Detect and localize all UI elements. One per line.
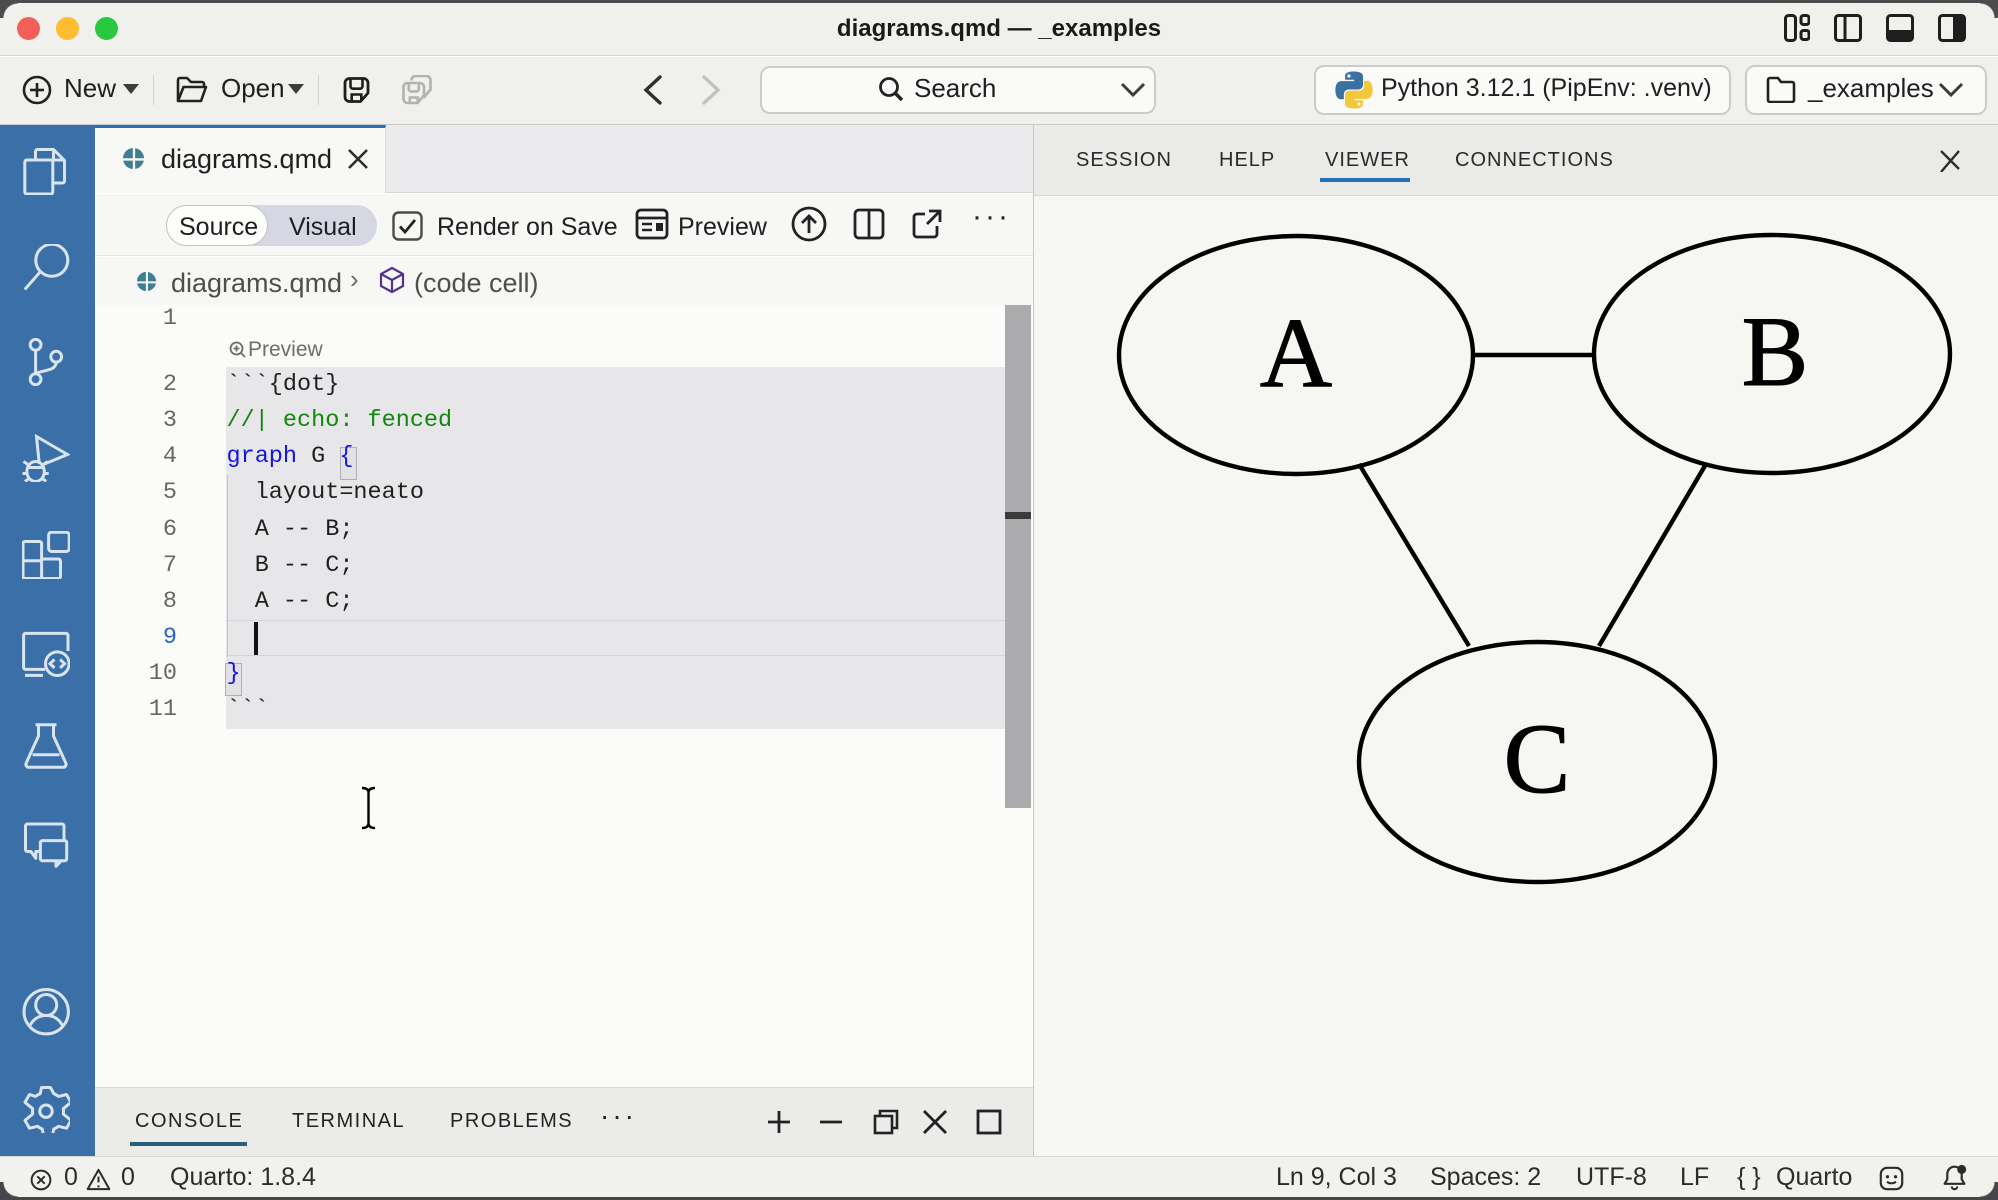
svg-text:B: B bbox=[1742, 296, 1809, 407]
svg-text:C: C bbox=[1504, 703, 1571, 814]
svg-text:A: A bbox=[1260, 297, 1332, 408]
